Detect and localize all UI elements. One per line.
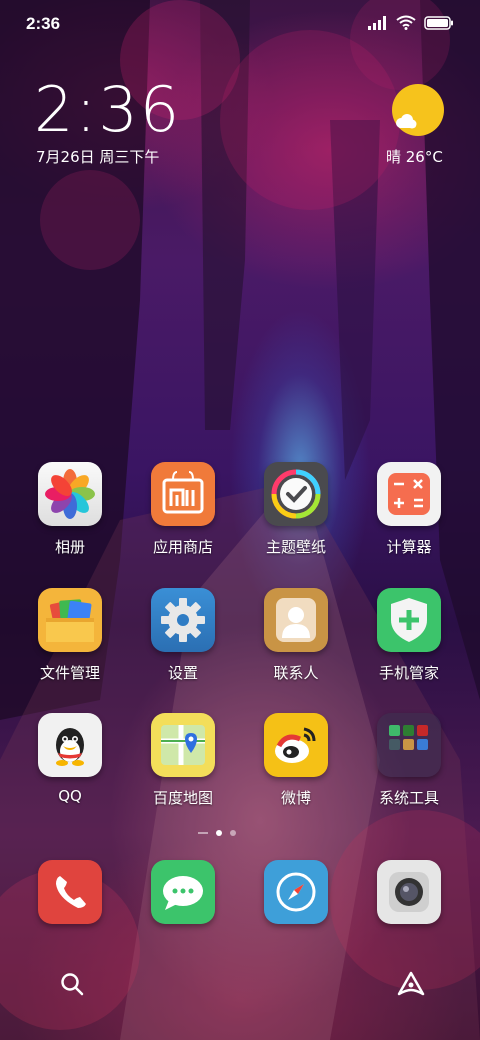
contacts-icon xyxy=(264,588,328,652)
calculator-icon xyxy=(377,462,441,526)
app-store-icon xyxy=(151,462,215,526)
app-calculator[interactable]: 计算器 xyxy=(359,462,459,557)
page-dot xyxy=(230,830,236,836)
app-folder[interactable]: 系统工具 xyxy=(359,713,459,808)
app-app-store[interactable]: 应用商店 xyxy=(133,462,233,557)
app-label: 系统工具 xyxy=(378,789,439,807)
status-bar: 2:36 xyxy=(0,0,480,50)
dock-camera[interactable] xyxy=(359,860,459,924)
browser-icon xyxy=(264,860,328,924)
camera-icon xyxy=(377,860,441,924)
settings-icon xyxy=(151,588,215,652)
folder-icon xyxy=(377,713,441,777)
sunny-icon[interactable] xyxy=(392,84,444,136)
page-indicator[interactable] xyxy=(198,830,236,836)
search-icon[interactable] xyxy=(58,970,86,998)
page-dot-active xyxy=(216,830,222,836)
weather-text: 晴 26°C xyxy=(386,148,443,166)
app-file-manager[interactable]: 文件管理 xyxy=(20,588,120,683)
app-label: 主题壁纸 xyxy=(265,538,326,556)
dock-phone[interactable] xyxy=(20,860,120,924)
app-themes[interactable]: 主题壁纸 xyxy=(246,462,346,557)
app-label: 计算器 xyxy=(386,538,432,556)
signal-icon xyxy=(368,15,386,30)
weibo-icon xyxy=(264,713,328,777)
dock-messages[interactable] xyxy=(133,860,233,924)
app-qq[interactable]: QQ xyxy=(20,713,120,805)
status-time: 2:36 xyxy=(26,14,61,33)
status-icons xyxy=(368,15,454,30)
clock-widget-date: 7月26日 周三下午 xyxy=(36,148,160,166)
app-label: QQ xyxy=(58,787,82,805)
app-label: 文件管理 xyxy=(39,664,100,682)
app-settings[interactable]: 设置 xyxy=(133,588,233,683)
map-icon xyxy=(151,713,215,777)
app-label: 应用商店 xyxy=(152,538,213,556)
page-indicator-home xyxy=(198,832,208,834)
app-weibo[interactable]: 微博 xyxy=(246,713,346,808)
clock-widget-time[interactable]: 2:36 xyxy=(34,78,181,142)
themes-icon xyxy=(264,462,328,526)
app-gallery[interactable]: 相册 xyxy=(20,462,120,557)
assistant-icon[interactable] xyxy=(396,970,426,998)
app-label: 联系人 xyxy=(273,664,319,682)
security-icon xyxy=(377,588,441,652)
app-label: 微博 xyxy=(280,789,311,807)
app-label: 相册 xyxy=(54,538,85,556)
messages-icon xyxy=(151,860,215,924)
wifi-icon xyxy=(396,15,416,30)
battery-icon xyxy=(424,15,453,30)
app-security[interactable]: 手机管家 xyxy=(359,588,459,683)
app-label: 设置 xyxy=(167,664,198,682)
qq-icon xyxy=(38,713,102,777)
app-contacts[interactable]: 联系人 xyxy=(246,588,346,683)
phone-icon xyxy=(38,860,102,924)
app-map[interactable]: 百度地图 xyxy=(133,713,233,808)
dock-browser[interactable] xyxy=(246,860,346,924)
gallery-icon xyxy=(38,462,102,526)
app-label: 手机管家 xyxy=(378,664,439,682)
app-label: 百度地图 xyxy=(152,789,213,807)
file-manager-icon xyxy=(38,588,102,652)
